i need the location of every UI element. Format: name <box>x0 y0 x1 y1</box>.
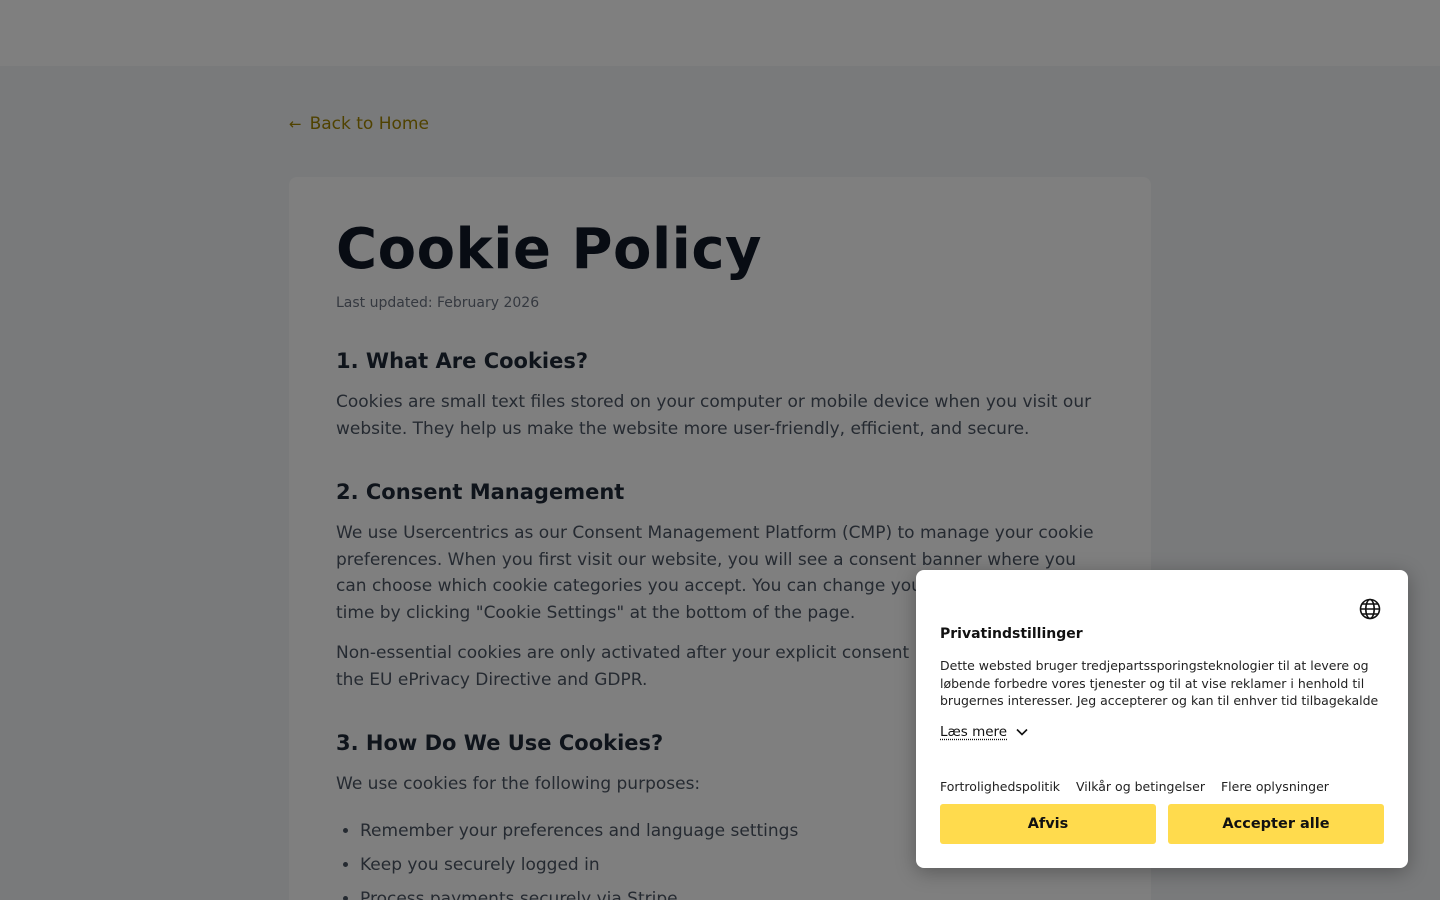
globe-icon[interactable] <box>1358 597 1382 621</box>
consent-title: Privatindstillinger <box>940 626 1083 642</box>
terms-link[interactable]: Vilkår og betingelser <box>1076 779 1205 794</box>
read-more-toggle[interactable]: Læs mere <box>940 724 1029 740</box>
consent-description: Dette websted bruger tredjepartssporings… <box>940 658 1379 708</box>
privacy-policy-link[interactable]: Fortrolighedspolitik <box>940 779 1060 794</box>
consent-banner: Privatindstillinger Dette websted bruger… <box>916 570 1408 868</box>
deny-button[interactable]: Afvis <box>940 804 1156 844</box>
more-info-link[interactable]: Flere oplysninger <box>1221 779 1329 794</box>
consent-links: Fortrolighedspolitik Vilkår og betingels… <box>940 779 1329 794</box>
chevron-down-icon <box>1016 728 1028 736</box>
read-more-label: Læs mere <box>940 724 1008 740</box>
consent-buttons: Afvis Accepter alle <box>940 804 1384 844</box>
accept-all-button[interactable]: Accepter alle <box>1168 804 1384 844</box>
